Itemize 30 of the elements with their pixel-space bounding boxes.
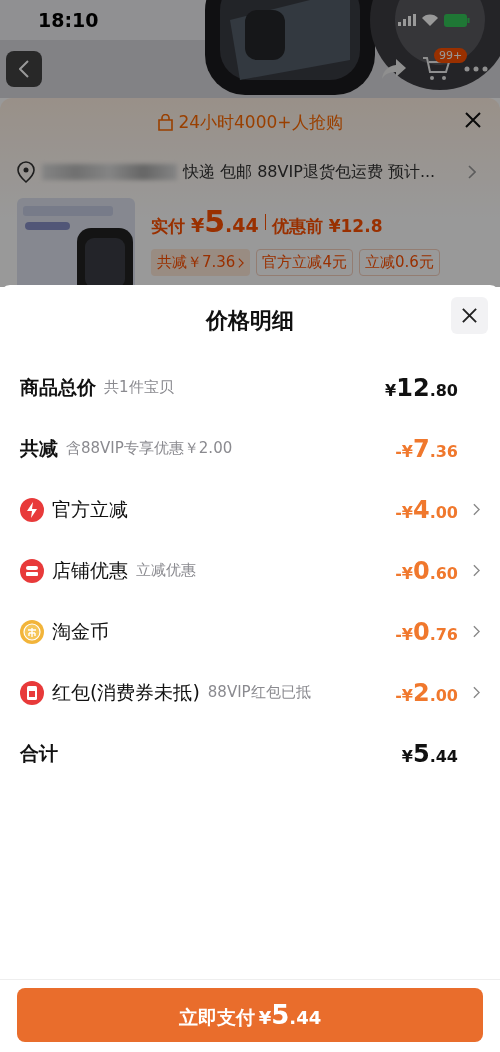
row-label: 商品总价 — [20, 374, 96, 400]
cart-badge: 99+ — [434, 48, 468, 63]
pay-label: 实付 — [151, 215, 185, 238]
row-amount: ¥12.80 — [385, 373, 458, 402]
banner-text: 24小时4000+人抢购 — [178, 110, 343, 134]
row-amount: -¥4.00 — [395, 495, 458, 524]
row-note: 共1件宝贝 — [104, 378, 174, 397]
original-price: 优惠前 ¥12.8 — [271, 215, 383, 238]
row-amount: -¥0.60 — [395, 556, 458, 585]
row-amount: -¥7.36 — [395, 434, 458, 463]
row-label: 红包(消费券未抵) — [52, 679, 200, 705]
row-label: 淘金币 — [52, 618, 109, 644]
row-label: 合计 — [20, 740, 58, 766]
row-amount: -¥0.76 — [395, 617, 458, 646]
discount-tag[interactable]: 共减￥7.36 — [151, 249, 251, 276]
sheet-title: 价格明细 — [206, 307, 294, 335]
row-amount: ¥5.44 — [401, 739, 458, 768]
discount-tag: 官方立减4元 — [256, 249, 353, 276]
pay-amount: ¥5.44 — [191, 204, 259, 239]
row-label: 店铺优惠 — [52, 557, 128, 583]
delivery-info: 快递 包邮 88VIP退货包运费 预计... — [183, 161, 437, 183]
row-amount: -¥2.00 — [395, 678, 458, 707]
pay-button[interactable]: 立即支付 ¥5.44 — [17, 988, 483, 1042]
row-note: 88VIP红包已抵 — [207, 683, 311, 702]
row-note: 立减优惠 — [136, 561, 196, 580]
row-label: 共减 — [20, 435, 58, 461]
status-time: 18:10 — [38, 9, 99, 31]
row-note: 含88VIP专享优惠￥2.00 — [66, 439, 233, 458]
discount-tag: 立减0.6元 — [358, 249, 440, 276]
row-label: 官方立减 — [52, 496, 128, 522]
